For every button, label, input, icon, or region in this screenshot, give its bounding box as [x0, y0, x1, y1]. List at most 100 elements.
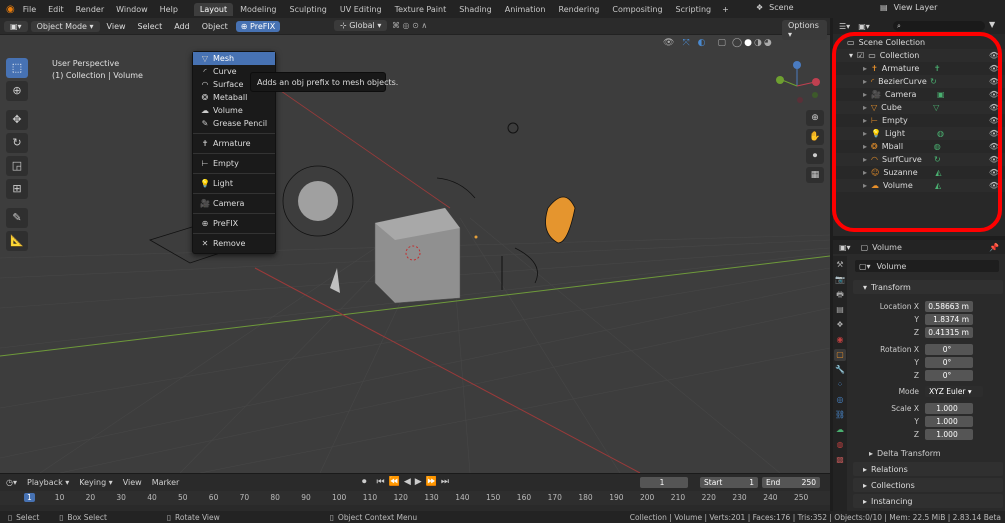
expand-icon[interactable]: ▾	[849, 51, 853, 60]
outliner-item-light[interactable]: ▸ 💡 Light ◍ 👁	[833, 127, 1005, 140]
modifier-tab-icon[interactable]: 🔧	[834, 364, 846, 376]
outliner-item-mball[interactable]: ▸ ❂ Mball ◍ 👁	[833, 140, 1005, 153]
scene-tab-icon[interactable]: ❖	[834, 319, 846, 331]
menu-view[interactable]: View	[107, 22, 126, 31]
select-cursor-icon[interactable]: ⬚	[6, 58, 28, 78]
outliner-item-suzanne[interactable]: ▸ ☺ Suzanne ◭ 👁	[833, 166, 1005, 179]
ortho-grid-icon[interactable]: ▦	[806, 167, 824, 183]
next-keyframe-icon[interactable]: ⏩	[426, 477, 437, 487]
eye-icon[interactable]: 👁	[989, 142, 999, 151]
rotation-y-field[interactable]: 0°	[925, 357, 973, 368]
data-icon[interactable]: ▽	[933, 103, 939, 112]
texture-tab-icon[interactable]: ▩	[834, 454, 846, 466]
collections-panel[interactable]: ▸ Collections	[853, 478, 1003, 492]
blender-logo-icon[interactable]: ◉	[6, 4, 15, 15]
menu-item-light[interactable]: 💡 Light	[193, 177, 275, 190]
visibility-icon[interactable]: 👁	[663, 38, 674, 48]
data-icon[interactable]: ◍	[937, 129, 944, 138]
menu-playback[interactable]: Playback ▾	[27, 478, 69, 487]
physics-tab-icon[interactable]: ◎	[834, 394, 846, 406]
solid-shading-icon[interactable]: ●	[744, 38, 752, 48]
tab-uv-editing[interactable]: UV Editing	[334, 3, 388, 16]
annotate-tool-icon[interactable]: ✎	[6, 208, 28, 228]
menu-edit[interactable]: Edit	[48, 5, 64, 14]
data-icon[interactable]: ↻	[930, 77, 937, 86]
relations-panel[interactable]: ▸ Relations	[853, 462, 1003, 476]
tab-scripting[interactable]: Scripting	[670, 3, 718, 16]
overlay-icon[interactable]: ◐	[698, 38, 706, 48]
outliner-collection[interactable]: ▾ ☑ ▭ Collection 👁	[833, 49, 1005, 62]
material-shading-icon[interactable]: ◑	[754, 38, 762, 48]
menu-marker[interactable]: Marker	[152, 478, 180, 487]
menu-item-prefix[interactable]: ⊕ PreFIX	[193, 217, 275, 230]
object-name-field[interactable]: ▢▾ Volume	[855, 260, 999, 272]
menu-keying[interactable]: Keying ▾	[79, 478, 112, 487]
3d-viewport[interactable]: ▣▾ Object Mode ▾ View Select Add Object …	[0, 18, 830, 473]
instancing-panel[interactable]: ▸ Instancing	[853, 494, 1003, 508]
menu-select[interactable]: Select	[138, 22, 163, 31]
zoom-icon[interactable]: ⊕	[806, 110, 824, 126]
start-frame-field[interactable]: Start 1	[700, 477, 758, 488]
properties-editor-icon[interactable]: ▣▾	[839, 243, 851, 252]
menu-item-volume[interactable]: ☁ Volume	[193, 104, 275, 117]
menu-item-camera[interactable]: 🎥 Camera	[193, 197, 275, 210]
jump-end-icon[interactable]: ⏭	[441, 477, 449, 487]
data-icon[interactable]: ◍	[934, 142, 941, 151]
outliner-item-armature[interactable]: ▸ ✝ Armature ✝ 👁	[833, 62, 1005, 75]
menu-object[interactable]: Object	[202, 22, 228, 31]
expand-icon[interactable]: ▸	[863, 181, 867, 190]
add-workspace-icon[interactable]: +	[722, 5, 729, 14]
eye-icon[interactable]: 👁	[989, 77, 999, 86]
eye-icon[interactable]: 👁	[989, 155, 999, 164]
checkbox-icon[interactable]: ☑	[857, 51, 864, 60]
prev-keyframe-icon[interactable]: ⏪	[389, 477, 400, 487]
output-tab-icon[interactable]: 🖶	[834, 289, 846, 301]
metaball-object[interactable]	[298, 181, 338, 221]
menu-item-mesh[interactable]: ▽ Mesh	[193, 52, 275, 65]
menu-add[interactable]: Add	[174, 22, 190, 31]
delta-transform-panel[interactable]: ▸ Delta Transform	[869, 449, 941, 458]
move-tool-icon[interactable]: ✥	[6, 110, 28, 130]
view-layer-tab-icon[interactable]: ▤	[834, 304, 846, 316]
location-z-field[interactable]: 0.41315 m	[925, 327, 973, 338]
outliner-item-volume[interactable]: ▸ ☁ Volume ◭ 👁	[833, 179, 1005, 192]
data-icon[interactable]: ↻	[934, 155, 941, 164]
current-frame-field[interactable]: 1	[640, 477, 688, 488]
tab-sculpting[interactable]: Sculpting	[284, 3, 333, 16]
options-button[interactable]: Options ▾	[782, 20, 827, 40]
wireframe-icon[interactable]: ◯	[732, 38, 742, 48]
snap-icon[interactable]: ⌘ ◎ ⊙ ∧	[392, 21, 427, 30]
menu-item-metaball[interactable]: ❂ Metaball	[193, 91, 275, 104]
eye-icon[interactable]: 👁	[989, 51, 999, 60]
render-tab-icon[interactable]: 📷	[834, 274, 846, 286]
scale-tool-icon[interactable]: ◲	[6, 156, 28, 176]
menu-timeline-view[interactable]: View	[123, 478, 142, 487]
tab-shading[interactable]: Shading	[453, 3, 498, 16]
outliner-search-input[interactable]: ⌕	[893, 21, 985, 31]
tab-layout[interactable]: Layout	[193, 2, 234, 16]
empty-cone-object[interactable]	[330, 268, 340, 293]
prefix-menu-button[interactable]: ⊕ PreFIX	[235, 20, 281, 32]
rotation-x-field[interactable]: 0°	[925, 344, 973, 355]
light-object[interactable]	[507, 122, 519, 134]
eye-icon[interactable]: 👁	[989, 64, 999, 73]
outliner-editor-icon[interactable]: ☰▾	[839, 22, 850, 31]
tab-rendering[interactable]: Rendering	[553, 3, 606, 16]
play-reverse-icon[interactable]: ◀	[404, 477, 411, 487]
data-icon[interactable]: ✝	[934, 64, 941, 73]
menu-help[interactable]: Help	[160, 5, 178, 14]
outliner-item-surfcurve[interactable]: ▸ ◠ SurfCurve ↻ 👁	[833, 153, 1005, 166]
tab-animation[interactable]: Animation	[499, 3, 552, 16]
expand-icon[interactable]: ▸	[863, 155, 867, 164]
rendered-shading-icon[interactable]: ◕	[764, 38, 772, 48]
data-tab-icon[interactable]: ☁	[834, 424, 846, 436]
outliner-item-empty[interactable]: ▸ ⊢ Empty 👁	[833, 114, 1005, 127]
measure-tool-icon[interactable]: 📐	[6, 231, 28, 251]
menu-item-remove[interactable]: ✕ Remove	[193, 237, 275, 250]
filter-icon[interactable]: ▼	[989, 20, 995, 29]
menu-item-empty[interactable]: ⊢ Empty	[193, 157, 275, 170]
record-icon[interactable]: ⏺	[362, 477, 367, 487]
eye-icon[interactable]: 👁	[989, 103, 999, 112]
menu-item-armature[interactable]: ✝ Armature	[193, 137, 275, 150]
cursor-tool-icon[interactable]: ⊕	[6, 81, 28, 101]
